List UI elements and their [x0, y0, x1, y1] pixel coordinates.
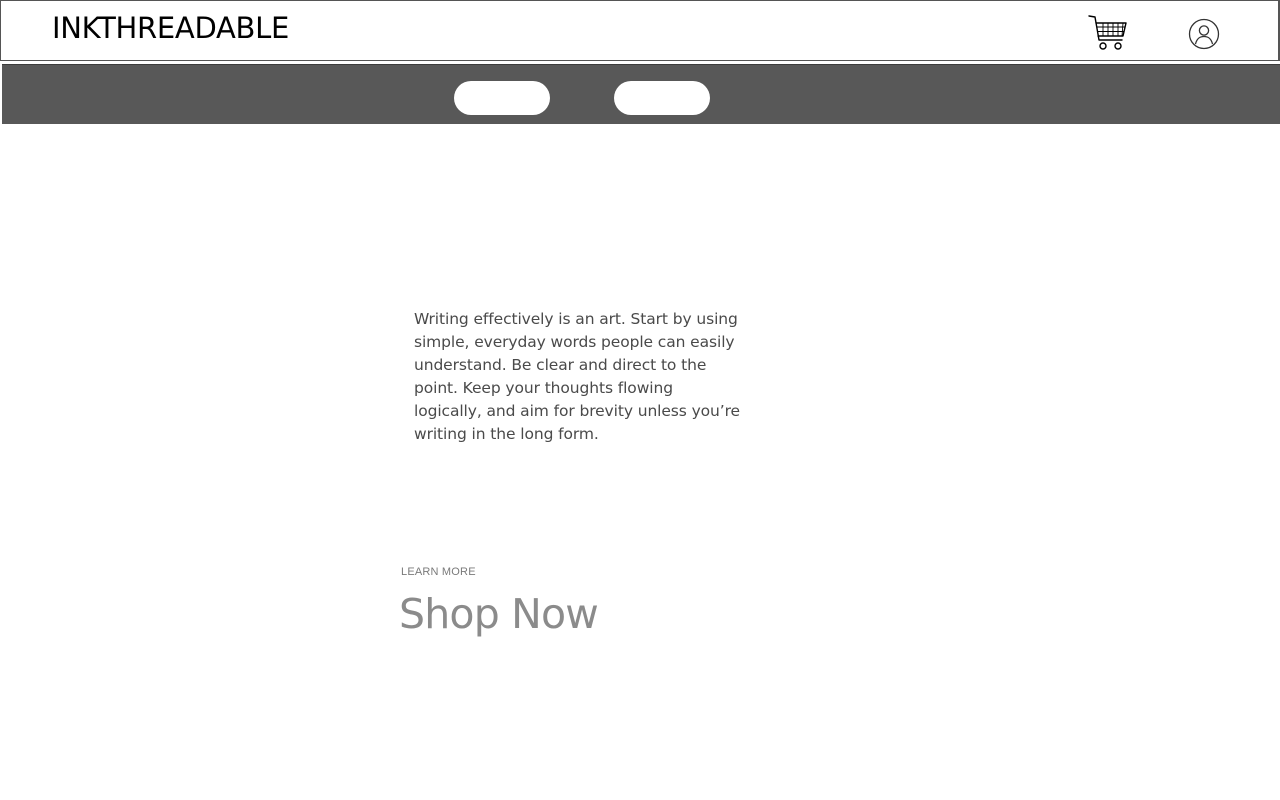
intro-paragraph: Writing effectively is an art. Start by …: [414, 310, 740, 443]
shop-now-heading[interactable]: Shop Now: [399, 586, 599, 642]
nav-bar: [2, 64, 1280, 124]
site-logo[interactable]: INKTHREADABLE: [52, 11, 289, 45]
nav-button-1[interactable]: [454, 81, 550, 115]
site-header: INKTHREADABLE: [0, 0, 1280, 61]
learn-more-link[interactable]: LEARN MORE: [401, 566, 476, 578]
account-icon[interactable]: [1188, 18, 1220, 50]
nav-button-2[interactable]: [614, 81, 710, 115]
cart-icon[interactable]: [1088, 14, 1128, 52]
